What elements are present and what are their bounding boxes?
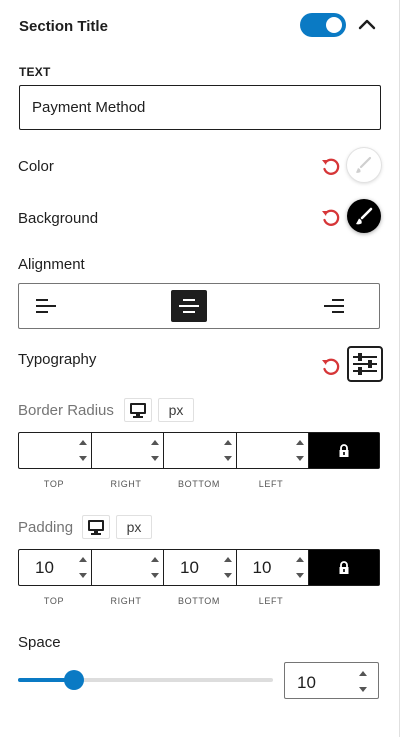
padding-top-value: 10 (35, 558, 54, 577)
padding-inputs: 10 10 10 (18, 549, 380, 586)
padding-bottom-value: 10 (180, 558, 199, 577)
padding-right-input[interactable] (92, 550, 164, 585)
border-radius-top-input[interactable] (19, 433, 92, 468)
background-swatch[interactable] (347, 199, 381, 233)
space-input[interactable]: 10 (284, 662, 379, 699)
background-reset-icon[interactable] (320, 208, 340, 228)
spinner-arrows-icon (78, 440, 87, 461)
border-radius-bottom-input[interactable] (164, 433, 237, 468)
border-radius-inputs (18, 432, 380, 469)
spinner-arrows-icon (223, 440, 232, 461)
color-swatch[interactable] (347, 148, 381, 182)
align-center-button[interactable] (171, 290, 207, 322)
lock-icon (339, 561, 349, 574)
padding-left-input[interactable]: 10 (237, 550, 309, 585)
typography-settings-button[interactable] (347, 346, 383, 382)
border-radius-right-label: RIGHT (110, 479, 142, 489)
padding-label: Padding (18, 519, 74, 536)
align-left-icon (36, 299, 56, 313)
padding-left-label: LEFT (258, 596, 284, 606)
border-radius-link-button[interactable] (309, 433, 379, 468)
sliders-icon (353, 353, 377, 375)
padding-top-label: TOP (43, 596, 65, 606)
padding-right-label: RIGHT (110, 596, 142, 606)
padding-bottom-label: BOTTOM (178, 596, 220, 606)
color-label: Color (18, 158, 54, 175)
space-value: 10 (297, 673, 316, 692)
border-radius-right-input[interactable] (92, 433, 164, 468)
brush-icon (356, 156, 372, 173)
spinner-arrows-icon (151, 557, 159, 578)
align-center-icon (179, 299, 199, 313)
padding-bottom-input[interactable]: 10 (164, 550, 237, 585)
border-radius-unit[interactable]: px (158, 398, 194, 422)
alignment-control (18, 283, 380, 329)
color-reset-icon[interactable] (320, 157, 340, 177)
spinner-arrows-icon (151, 440, 159, 461)
padding-top-input[interactable]: 10 (19, 550, 92, 585)
typography-reset-icon[interactable] (320, 357, 340, 377)
panel-title: Section Title (19, 18, 108, 35)
space-slider-thumb[interactable] (64, 670, 85, 690)
border-radius-bottom-label: BOTTOM (178, 479, 220, 489)
border-radius-label: Border Radius (18, 402, 114, 419)
align-right-icon (324, 299, 344, 313)
text-input[interactable]: Payment Method (19, 85, 381, 130)
spinner-arrows-icon (223, 557, 232, 578)
typography-label: Typography (18, 351, 97, 368)
padding-unit[interactable]: px (116, 515, 152, 539)
lock-icon (339, 444, 349, 457)
chevron-up-icon[interactable] (356, 14, 378, 36)
border-radius-left-input[interactable] (237, 433, 309, 468)
padding-link-button[interactable] (309, 550, 379, 585)
spinner-arrows-icon (359, 671, 367, 692)
spinner-arrows-icon (78, 557, 87, 578)
background-label: Background (18, 210, 99, 227)
border-radius-left-label: LEFT (258, 479, 284, 489)
section-toggle[interactable] (300, 13, 346, 37)
brush-icon (356, 207, 373, 225)
spinner-arrows-icon (296, 557, 304, 578)
padding-left-value: 10 (252, 558, 272, 577)
alignment-label: Alignment (18, 256, 85, 273)
space-slider[interactable] (18, 670, 273, 690)
desktop-icon (88, 520, 104, 535)
text-label: TEXT (19, 65, 51, 79)
spinner-arrows-icon (296, 440, 304, 461)
align-left-button[interactable] (27, 290, 63, 322)
desktop-icon (130, 403, 146, 418)
space-label: Space (18, 634, 61, 651)
padding-device-button[interactable] (82, 515, 110, 539)
align-right-button[interactable] (317, 290, 353, 322)
border-radius-top-label: TOP (43, 479, 65, 489)
border-radius-device-button[interactable] (124, 398, 152, 422)
toggle-knob (326, 17, 342, 33)
